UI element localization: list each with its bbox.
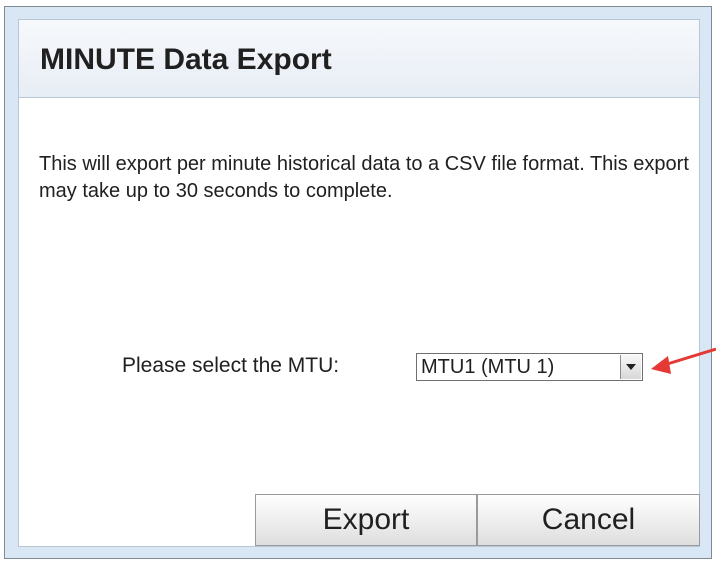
export-button[interactable]: Export xyxy=(255,494,477,546)
chevron-down-icon[interactable] xyxy=(620,355,641,379)
mtu-select-label: Please select the MTU: xyxy=(122,354,340,377)
export-dialog: MINUTE Data Export This will export per … xyxy=(18,19,700,547)
mtu-select[interactable]: MTU1 (MTU 1) xyxy=(416,353,643,381)
dialog-frame: MINUTE Data Export This will export per … xyxy=(4,6,712,559)
dialog-description: This will export per minute historical d… xyxy=(39,153,689,202)
dialog-titlebar: MINUTE Data Export xyxy=(19,20,699,98)
cancel-button[interactable]: Cancel xyxy=(477,494,700,546)
dialog-title: MINUTE Data Export xyxy=(40,43,332,76)
mtu-select-value: MTU1 (MTU 1) xyxy=(421,356,555,378)
red-arrow-icon xyxy=(651,347,716,374)
